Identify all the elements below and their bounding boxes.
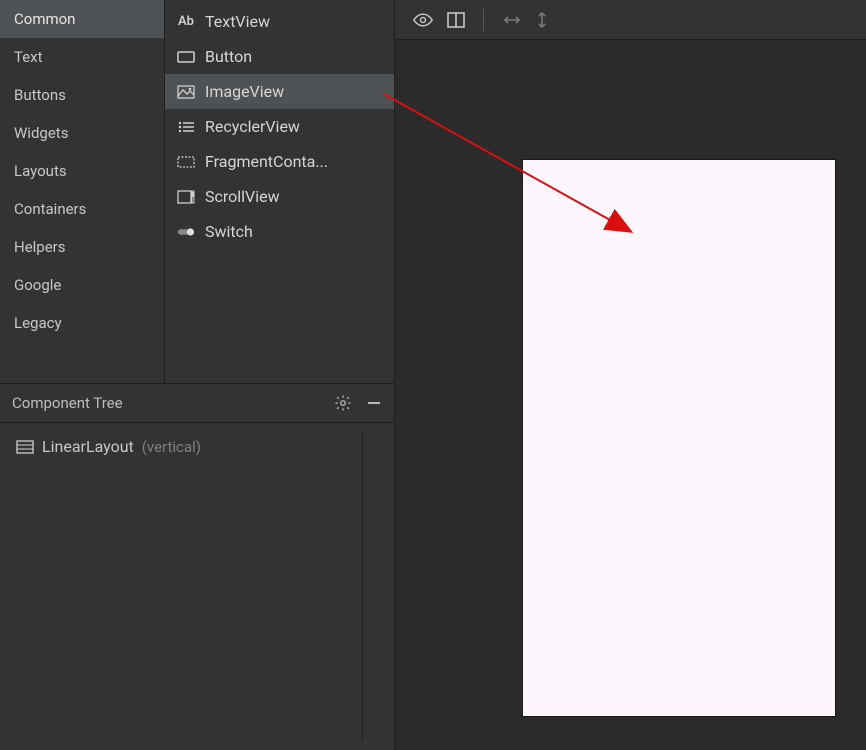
label: Google: [14, 276, 61, 294]
toolbar-separator: [483, 9, 484, 31]
resize-horizontal-icon[interactable]: [502, 14, 522, 26]
fragment-icon: [177, 154, 195, 170]
label: Widgets: [14, 124, 68, 142]
component-tree-tools: [334, 394, 382, 412]
component-tree-title: Component Tree: [12, 394, 123, 412]
resize-vertical-icon[interactable]: [536, 10, 548, 30]
minimize-icon[interactable]: [366, 395, 382, 411]
split-view-icon[interactable]: [447, 12, 465, 28]
label: Common: [14, 10, 75, 28]
scroll-icon: [177, 189, 195, 205]
preview-toolbar: [395, 0, 866, 40]
component-tree-root-qualifier: (vertical): [142, 438, 201, 456]
linearlayout-icon: [16, 440, 34, 454]
component-tree-root-row[interactable]: LinearLayout (vertical): [10, 433, 362, 460]
label: Helpers: [14, 238, 66, 256]
palette-category-text[interactable]: Text: [0, 38, 164, 76]
app-root: Common Text Buttons Widgets Layouts Cont…: [0, 0, 866, 750]
widget-fragmentcontainerview[interactable]: FragmentConta...: [165, 144, 394, 179]
widget-switch[interactable]: Switch: [165, 214, 394, 249]
palette-category-containers[interactable]: Containers: [0, 190, 164, 228]
label: Buttons: [14, 86, 66, 104]
component-tree-header: Component Tree: [0, 384, 394, 423]
component-tree-panel: Component Tree: [0, 384, 394, 750]
label: Legacy: [14, 314, 62, 332]
widget-button[interactable]: Button: [165, 39, 394, 74]
label: Containers: [14, 200, 86, 218]
palette-category-helpers[interactable]: Helpers: [0, 228, 164, 266]
button-icon: [177, 49, 195, 65]
widget-label: Button: [205, 47, 252, 66]
widget-label: FragmentConta...: [205, 152, 328, 171]
design-canvas[interactable]: [395, 40, 866, 750]
text-ab-icon: Ab: [177, 14, 195, 30]
palette-category-common[interactable]: Common: [0, 0, 164, 38]
image-icon: [177, 84, 195, 100]
widget-textview[interactable]: Ab TextView: [165, 4, 394, 39]
widget-scrollview[interactable]: ScrollView: [165, 179, 394, 214]
widget-label: Switch: [205, 222, 253, 241]
device-preview[interactable]: [523, 160, 835, 716]
switch-icon: [177, 224, 195, 240]
left-panel: Common Text Buttons Widgets Layouts Cont…: [0, 0, 395, 750]
label: Text: [14, 48, 43, 66]
gear-icon[interactable]: [334, 394, 352, 412]
widget-imageview[interactable]: ImageView: [165, 74, 394, 109]
list-icon: [177, 119, 195, 135]
palette-category-layouts[interactable]: Layouts: [0, 152, 164, 190]
palette-widget-list: Ab TextView Button ImageView: [165, 0, 394, 383]
component-tree-content: LinearLayout (vertical): [10, 433, 362, 740]
palette: Common Text Buttons Widgets Layouts Cont…: [0, 0, 394, 384]
palette-category-widgets[interactable]: Widgets: [0, 114, 164, 152]
widget-label: RecyclerView: [205, 117, 300, 136]
palette-category-legacy[interactable]: Legacy: [0, 304, 164, 342]
palette-category-list: Common Text Buttons Widgets Layouts Cont…: [0, 0, 165, 383]
component-tree-root-label: LinearLayout: [42, 437, 134, 456]
widget-label: ImageView: [205, 82, 284, 101]
palette-category-google[interactable]: Google: [0, 266, 164, 304]
widget-recyclerview[interactable]: RecyclerView: [165, 109, 394, 144]
preview-panel: [395, 0, 866, 750]
widget-label: ScrollView: [205, 187, 280, 206]
widget-label: TextView: [205, 12, 270, 31]
palette-category-buttons[interactable]: Buttons: [0, 76, 164, 114]
component-tree-body: LinearLayout (vertical): [0, 423, 394, 750]
component-tree-gutter: [362, 433, 384, 740]
label: Layouts: [14, 162, 67, 180]
eye-icon[interactable]: [413, 13, 433, 27]
